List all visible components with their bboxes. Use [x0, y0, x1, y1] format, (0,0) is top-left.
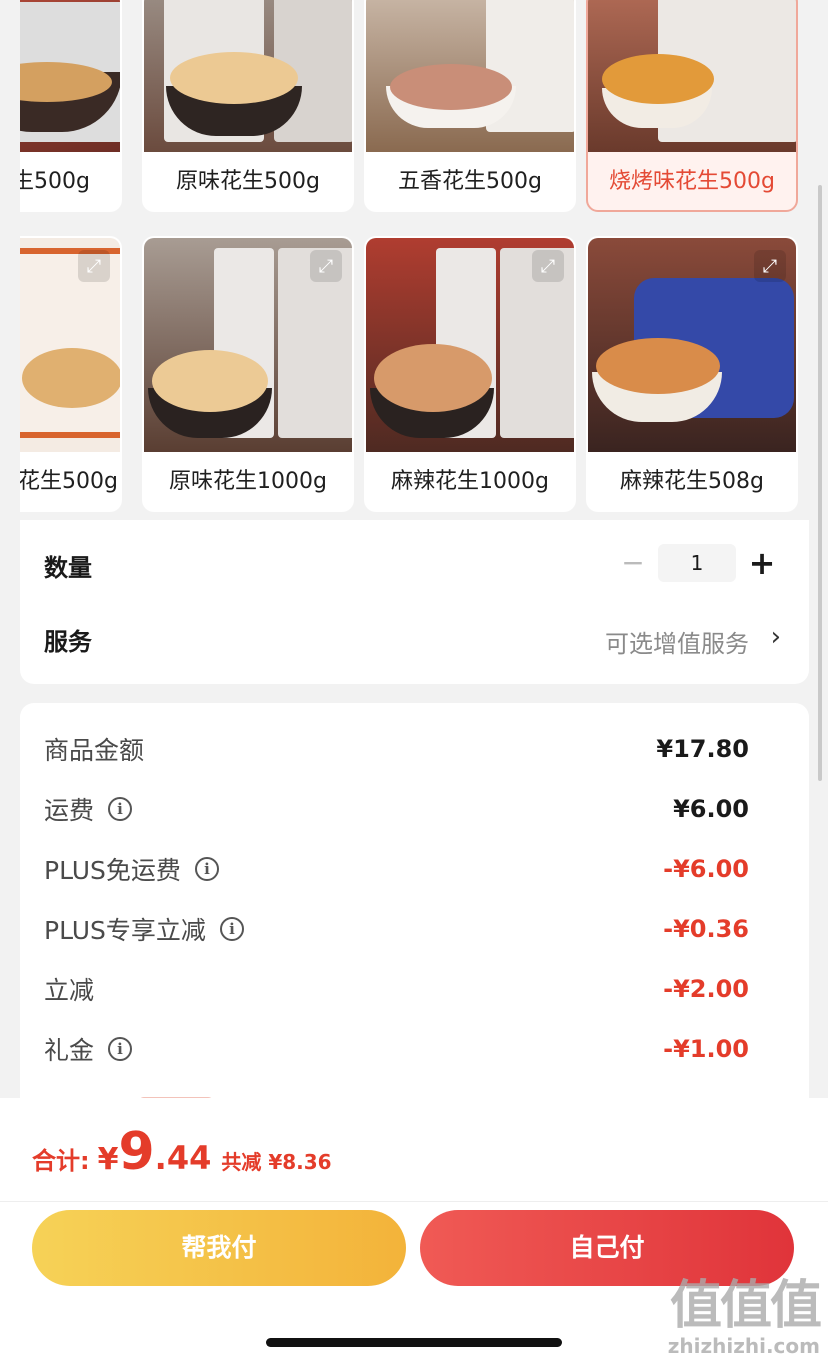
quantity-plus-button[interactable]: + [746, 546, 778, 580]
watermark-mark: 值值值 [669, 1276, 822, 1336]
quantity-input[interactable]: 1 [658, 544, 736, 582]
product-image [588, 0, 796, 152]
variant-card-6[interactable]: ⤢ 原味花生1000g [142, 236, 354, 512]
expand-icon[interactable]: ⤢ [78, 250, 110, 282]
info-icon[interactable]: i [108, 1037, 133, 1061]
variant-card-5[interactable]: ⤢ 花生500g [20, 236, 122, 512]
variant-card-1[interactable]: 生500g [20, 0, 122, 212]
fee-value: -¥1.00 [663, 1035, 749, 1063]
fee-value: ¥6.00 [673, 795, 749, 823]
variant-label: 麻辣花生508g [620, 469, 764, 494]
fee-row-gift-money: 礼金 i -¥1.00 [20, 1029, 809, 1069]
variant-card-4[interactable]: 烧烤味花生500g [586, 0, 798, 212]
info-icon[interactable]: i [108, 797, 133, 821]
variant-card-2[interactable]: 原味花生500g [142, 0, 354, 212]
variant-label: 原味花生500g [176, 169, 320, 194]
chevron-right-icon[interactable]: › [771, 622, 781, 652]
fee-value: ¥17.80 [656, 735, 749, 763]
variant-card-3[interactable]: 五香花生500g [364, 0, 576, 212]
variant-label: 原味花生1000g [169, 469, 327, 494]
quantity-label: 数量 [44, 554, 92, 582]
info-icon[interactable]: i [194, 857, 219, 881]
price-breakdown-panel: 商品金额 ¥17.80 运费 i ¥6.00 PLUS免运费 i -¥6.00 PL… [20, 703, 809, 1123]
expand-icon[interactable]: ⤢ [310, 250, 342, 282]
fee-value: -¥0.36 [663, 915, 749, 943]
quantity-minus-button[interactable]: − [620, 549, 646, 577]
expand-icon[interactable]: ⤢ [754, 250, 786, 282]
fee-label: 商品金额 [44, 736, 145, 765]
product-image [366, 0, 574, 152]
self-pay-button[interactable]: 自己付 [420, 1210, 794, 1286]
home-indicator[interactable] [266, 1338, 562, 1347]
total-summary: 合计: ¥ 9 .44 共减 ¥8.36 [32, 1122, 332, 1182]
divider [0, 1201, 828, 1202]
fee-row-goods: 商品金额 ¥17.80 [20, 729, 809, 769]
variant-label: 麻辣花生1000g [391, 469, 549, 494]
fee-value: -¥2.00 [663, 975, 749, 1003]
product-image [20, 0, 120, 152]
total-saved: 共减 ¥8.36 [221, 1150, 332, 1174]
fee-label: 礼金 [44, 1036, 95, 1065]
product-image [144, 0, 352, 152]
variant-label: 花生500g [20, 469, 118, 494]
info-icon[interactable]: i [219, 917, 244, 941]
fee-label: PLUS免运费 [44, 856, 181, 885]
variant-grid: 生500g 原味花生500g 五香花生500g 烧烤味花生500g [20, 0, 810, 520]
total-currency: ¥ [97, 1142, 119, 1177]
total-integer: 9 [118, 1122, 155, 1182]
variant-card-7[interactable]: ⤢ 麻辣花生1000g [364, 236, 576, 512]
fee-row-shipping: 运费 i ¥6.00 [20, 789, 809, 829]
service-label: 服务 [44, 628, 92, 656]
fee-value: -¥6.00 [663, 855, 749, 883]
variant-card-8[interactable]: ⤢ 麻辣花生508g [586, 236, 798, 512]
fee-label: 运费 [44, 796, 95, 825]
variant-label: 生500g [20, 169, 90, 194]
checkout-bar: 合计: ¥ 9 .44 共减 ¥8.36 帮我付 自己付 值值值 zhizhiz… [0, 1098, 828, 1364]
watermark: 值值值 zhizhizhi.com [667, 1276, 822, 1358]
help-pay-button[interactable]: 帮我付 [32, 1210, 406, 1286]
total-decimal: .44 [154, 1139, 212, 1177]
expand-icon[interactable]: ⤢ [532, 250, 564, 282]
fee-label: PLUS专享立减 [44, 916, 206, 945]
service-value[interactable]: 可选增值服务 [605, 624, 749, 659]
scrollbar[interactable] [818, 185, 822, 781]
fee-label: 立减 [44, 976, 95, 1005]
watermark-url: zhizhizhi.com [667, 1334, 820, 1358]
fee-row-instant-discount: 立减 -¥2.00 [20, 969, 809, 1009]
variant-label: 五香花生500g [398, 169, 542, 194]
total-label: 合计: [32, 1147, 90, 1175]
options-panel: 数量 − 1 + 服务 可选增值服务 › [20, 520, 809, 684]
variant-label: 烧烤味花生500g [609, 169, 775, 194]
fee-row-plus-free-shipping: PLUS免运费 i -¥6.00 [20, 849, 809, 889]
fee-row-plus-discount: PLUS专享立减 i -¥0.36 [20, 909, 809, 949]
